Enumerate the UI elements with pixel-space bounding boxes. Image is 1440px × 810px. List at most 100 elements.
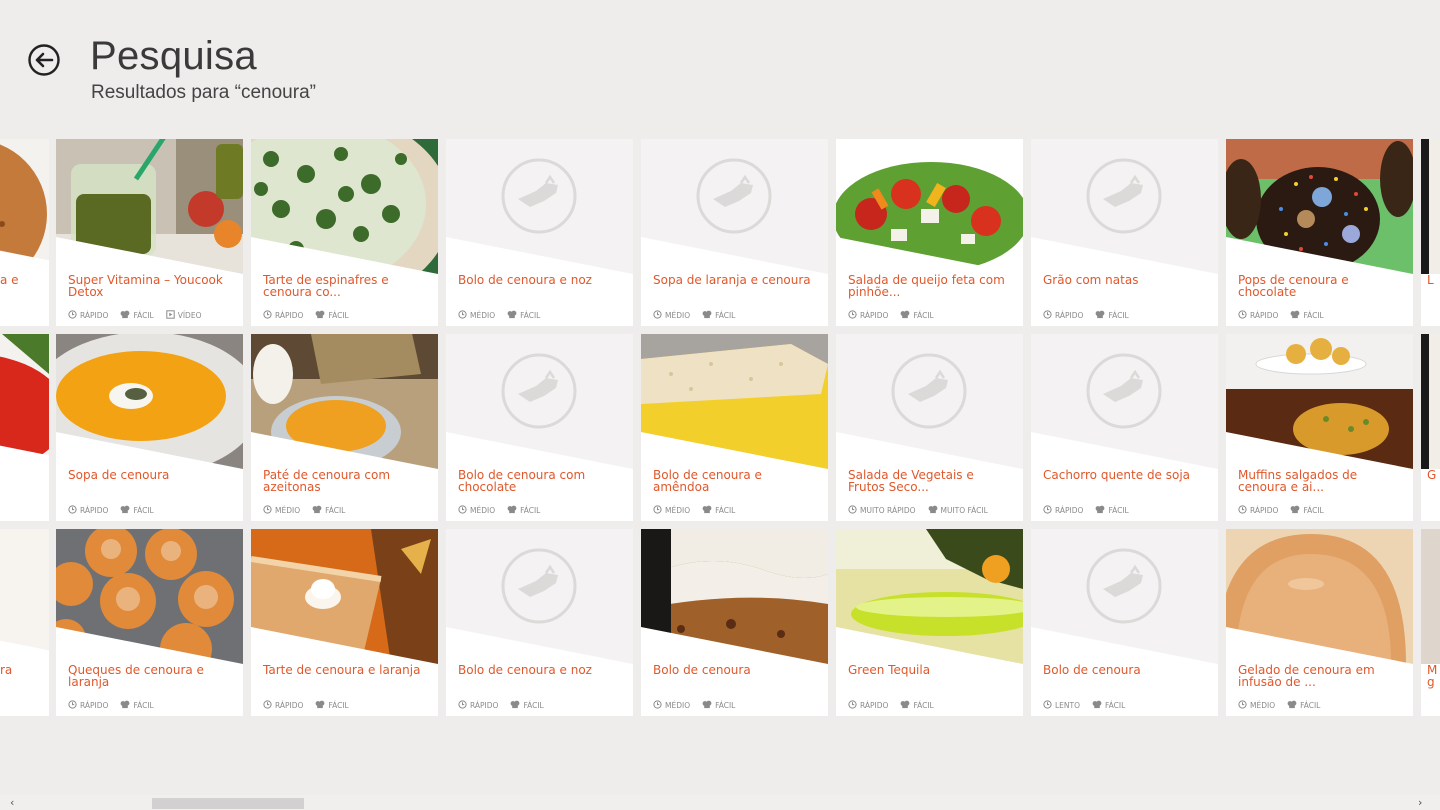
recipe-tile[interactable]: Gelado de cenoura em infusão de ... MÉDIO…	[1226, 529, 1413, 716]
recipe-tile[interactable]: Queques de cenoura e laranja RÁPIDO FÁCIL	[56, 529, 243, 716]
difficulty-label: FÁCIL	[1108, 310, 1129, 320]
recipe-name: Tarte de cenoura e laranja	[263, 663, 421, 677]
recipe-tile[interactable]: Bolo de cenoura LENTO FÁCIL	[1031, 529, 1218, 716]
recipe-meta: RÁPIDO FÁCIL	[1238, 504, 1336, 516]
partial-recipe-tile[interactable]: a e	[0, 139, 49, 326]
recipe-tile[interactable]: Cachorro quente de soja RÁPIDO FÁCIL	[1031, 334, 1218, 521]
recipe-tile[interactable]: Green Tequila RÁPIDO FÁCIL	[836, 529, 1023, 716]
recipe-tile[interactable]: Grão com natas RÁPIDO FÁCIL	[1031, 139, 1218, 326]
recipe-tile[interactable]: Super Vitamina – Youcook Detox RÁPIDO FÁCI…	[56, 139, 243, 326]
back-arrow-icon[interactable]	[28, 44, 60, 76]
recipe-tile[interactable]: Bolo de cenoura MÉDIO FÁCIL	[641, 529, 828, 716]
recipe-photo	[0, 529, 49, 664]
recipe-tile[interactable]: Bolo de cenoura e noz RÁPIDO FÁCIL	[446, 529, 633, 716]
clock-icon	[263, 309, 275, 321]
speed-label: RÁPIDO	[275, 700, 304, 710]
recipe-meta: MÉDIO FÁCIL	[653, 309, 747, 321]
recipe-tile[interactable]: Muffins salgados de cenoura e ai... RÁPID…	[1226, 334, 1413, 521]
recipe-name: Bolo de cenoura com chocolate	[458, 468, 586, 494]
horizontal-scrollbar[interactable]: ‹ ›	[0, 795, 1440, 810]
partial-recipe-tile[interactable]: L	[1421, 139, 1440, 326]
recipe-name: Salada de queijo feta com pinhõe...	[848, 273, 1005, 299]
speed: RÁPIDO	[848, 309, 889, 321]
speed: MÉDIO	[263, 504, 300, 516]
clock-icon	[68, 309, 80, 321]
clock-icon	[1043, 699, 1055, 711]
recipe-photo	[836, 139, 1023, 274]
difficulty: FÁCIL	[900, 700, 934, 711]
recipe-tile[interactable]: Bolo de cenoura e amêndoa MÉDIO FÁCIL	[641, 334, 828, 521]
speed: MUITO RÁPIDO	[848, 504, 916, 516]
recipe-meta: RÁPIDO FÁCIL	[458, 699, 556, 711]
difficulty: FÁCIL	[510, 700, 544, 711]
recipe-name: Paté de cenoura com azeitonas	[263, 468, 391, 494]
recipe-photo	[251, 334, 438, 469]
speed-label: RÁPIDO	[860, 700, 889, 710]
recipe-name: Sopa de laranja e cenoura	[653, 273, 811, 287]
page-title: Pesquisa	[90, 34, 257, 78]
recipe-tile[interactable]: Sopa de laranja e cenoura MÉDIO FÁCIL	[641, 139, 828, 326]
partial-recipe-tile[interactable]: ra	[0, 529, 49, 716]
chef-hat-icon	[312, 505, 325, 516]
speed-label: RÁPIDO	[860, 310, 889, 320]
scroll-thumb[interactable]	[152, 798, 304, 809]
difficulty: FÁCIL	[702, 505, 735, 516]
chef-hat-icon	[120, 310, 133, 321]
chef-hat-icon	[120, 505, 133, 516]
recipe-tile[interactable]: Tarte de cenoura e laranja RÁPIDO FÁCIL	[251, 529, 438, 716]
clock-icon	[1238, 309, 1250, 321]
chef-hat-icon	[507, 310, 520, 321]
difficulty-label: FÁCIL	[328, 310, 349, 320]
recipe-tile[interactable]: Bolo de cenoura com chocolate MÉDIO FÁCIL	[446, 334, 633, 521]
speed-label: RÁPIDO	[80, 505, 109, 515]
difficulty-label: FÁCIL	[520, 310, 541, 320]
scroll-right-arrow-icon[interactable]: ›	[1418, 796, 1422, 809]
speed-label: MÉDIO	[665, 700, 691, 710]
clock-icon	[653, 504, 665, 516]
recipe-photo	[1226, 529, 1413, 664]
speed: RÁPIDO	[263, 699, 304, 711]
recipe-tile[interactable]: Tarte de espinafres e cenoura co... RÁPID…	[251, 139, 438, 326]
speed-label: RÁPIDO	[80, 310, 109, 320]
chef-hat-icon	[507, 505, 520, 516]
difficulty-label: FÁCIL	[913, 310, 934, 320]
recipe-photo	[0, 334, 49, 469]
chef-hat-icon	[1287, 700, 1300, 711]
difficulty-label: FÁCIL	[325, 505, 346, 515]
speed: RÁPIDO	[1238, 504, 1278, 516]
recipe-tile[interactable]: Salada de queijo feta com pinhõe... RÁPID…	[836, 139, 1023, 326]
clock-icon	[1238, 504, 1250, 516]
recipe-meta: RÁPIDO FÁCIL	[68, 504, 166, 516]
recipe-photo	[641, 529, 828, 664]
partial-recipe-tile[interactable]: G	[1421, 334, 1440, 521]
recipe-name: Queques de cenoura e laranja	[68, 663, 204, 689]
difficulty: FÁCIL	[900, 310, 934, 321]
recipe-tile[interactable]: Sopa de cenoura RÁPIDO FÁCIL	[56, 334, 243, 521]
scroll-left-arrow-icon[interactable]: ‹	[10, 796, 14, 809]
difficulty: FÁCIL	[702, 310, 735, 321]
clock-icon	[653, 699, 665, 711]
chef-hat-icon	[315, 310, 328, 321]
chef-hat-icon	[900, 700, 913, 711]
recipe-name: Super Vitamina – Youcook Detox	[68, 273, 223, 299]
recipe-tile[interactable]: Salada de Vegetais e Frutos Seco... MUITO…	[836, 334, 1023, 521]
chef-hat-icon	[702, 505, 715, 516]
speed-label: MÉDIO	[470, 310, 496, 320]
placeholder-image	[1031, 334, 1218, 469]
recipe-name: Bolo de cenoura e noz	[458, 273, 592, 287]
recipe-meta: RÁPIDO FÁCIL	[1043, 504, 1141, 516]
clock-icon	[458, 699, 470, 711]
partial-recipe-tile[interactable]	[0, 334, 49, 521]
recipe-tile[interactable]: Bolo de cenoura e noz MÉDIO FÁCIL	[446, 139, 633, 326]
difficulty-label: FÁCIL	[1300, 700, 1321, 710]
difficulty-label: FÁCIL	[133, 310, 154, 320]
recipe-tile[interactable]: Paté de cenoura com azeitonas MÉDIO FÁCIL	[251, 334, 438, 521]
recipe-meta: RÁPIDO FÁCIL	[848, 309, 946, 321]
partial-recipe-tile[interactable]: M g	[1421, 529, 1440, 716]
recipe-meta: RÁPIDO FÁCIL	[263, 699, 361, 711]
recipe-photo	[56, 529, 243, 664]
difficulty-label: FÁCIL	[1105, 700, 1126, 710]
difficulty: FÁCIL	[120, 505, 154, 516]
recipe-tile[interactable]: Pops de cenoura e chocolate RÁPIDO FÁCIL	[1226, 139, 1413, 326]
placeholder-image	[446, 334, 633, 469]
